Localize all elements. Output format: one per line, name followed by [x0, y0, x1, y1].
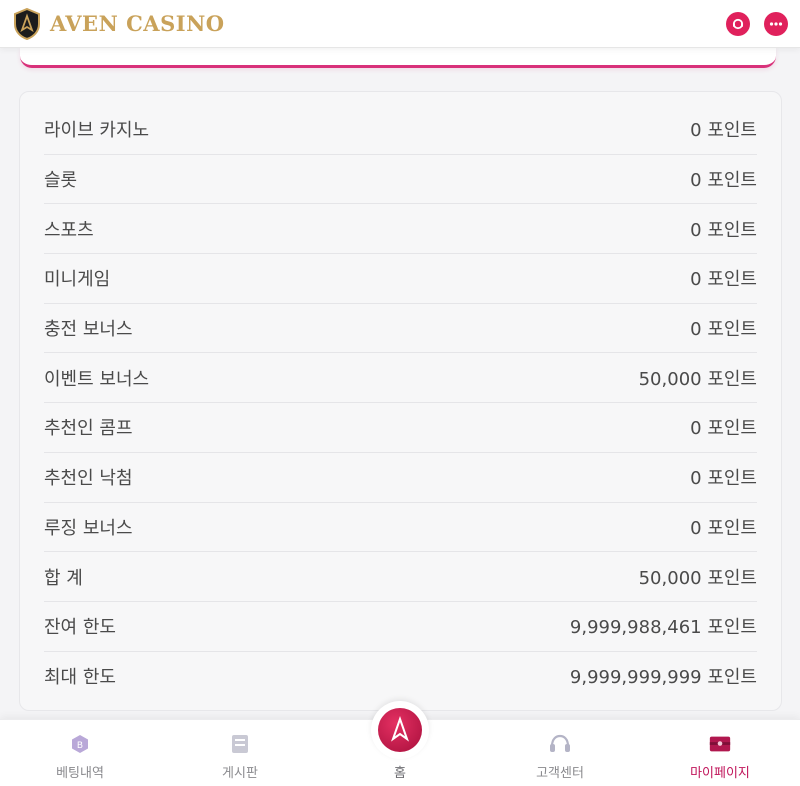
svg-text:B: B: [77, 741, 83, 751]
nav-item-mypage[interactable]: 마이페이지: [640, 720, 800, 786]
top-header: AVEN CASINO: [0, 0, 800, 48]
row-value: 0 포인트: [690, 170, 757, 192]
row-label: 스포츠: [44, 219, 94, 241]
header-actions: [726, 11, 788, 36]
brand-name[interactable]: AVEN CASINO: [50, 11, 225, 36]
row-label: 추천인 콤프: [44, 418, 133, 440]
nav-label: 고객센터: [536, 766, 584, 781]
board-icon: [228, 732, 252, 756]
row-label: 미니게임: [44, 269, 111, 291]
accent-strip: [20, 48, 776, 68]
nav-label: 게시판: [222, 766, 258, 781]
summary-row: 최대 한도 9,999,999,999 포인트: [44, 652, 757, 702]
point-summary-list: 라이브 카지노 0 포인트 슬롯 0 포인트 스포츠 0 포인트 미니게임 0 포인트 충전 보…: [44, 92, 757, 701]
nav-label: 베팅내역: [56, 766, 104, 781]
home-logo-icon: [378, 708, 422, 752]
row-label: 충전 보너스: [44, 319, 133, 341]
summary-row: 라이브 카지노 0 포인트: [44, 105, 757, 155]
row-value: 50,000 포인트: [638, 567, 757, 589]
nav-item-customer-center[interactable]: 고객센터: [480, 720, 640, 786]
row-label: 추천인 낙첨: [44, 468, 133, 490]
summary-row: 슬롯 0 포인트: [44, 155, 757, 205]
row-value: 9,999,999,999 포인트: [569, 667, 757, 689]
aven-shield-logo-icon[interactable]: [12, 7, 42, 41]
summary-row: 이벤트 보너스 50,000 포인트: [44, 353, 757, 404]
mypage-icon: [708, 732, 732, 756]
home-button[interactable]: [371, 701, 429, 759]
summary-row: 충전 보너스 0 포인트: [44, 304, 757, 354]
nav-item-betting-history[interactable]: B 베팅내역: [0, 720, 160, 786]
headset-icon: [548, 732, 572, 756]
summary-row: 미니게임 0 포인트: [44, 254, 757, 304]
support-icon[interactable]: [726, 11, 750, 36]
point-summary-card: 라이브 카지노 0 포인트 슬롯 0 포인트 스포츠 0 포인트 미니게임 0 포인트 충전 보…: [19, 91, 782, 711]
row-label: 루징 보너스: [44, 517, 133, 539]
row-value: 9,999,988,461 포인트: [569, 617, 757, 639]
row-label: 합 계: [44, 567, 83, 589]
row-label: 최대 한도: [44, 667, 116, 689]
summary-row: 잔여 한도 9,999,988,461 포인트: [44, 602, 757, 652]
row-value: 0 포인트: [690, 418, 757, 440]
row-value: 50,000 포인트: [638, 368, 757, 390]
summary-row: 추천인 낙첨 0 포인트: [44, 453, 757, 503]
nav-label: 마이페이지: [690, 766, 750, 781]
summary-row: 루징 보너스 0 포인트: [44, 503, 757, 553]
more-icon[interactable]: [764, 11, 788, 36]
row-value: 0 포인트: [690, 120, 757, 142]
row-label: 이벤트 보너스: [44, 368, 150, 390]
row-value: 0 포인트: [690, 269, 757, 291]
row-value: 0 포인트: [690, 517, 757, 539]
row-value: 0 포인트: [690, 219, 757, 241]
summary-row: 추천인 콤프 0 포인트: [44, 403, 757, 453]
row-label: 라이브 카지노: [44, 120, 150, 142]
row-value: 0 포인트: [690, 319, 757, 341]
home-label[interactable]: 홈: [380, 762, 420, 781]
nav-item-board[interactable]: 게시판: [160, 720, 320, 786]
row-label: 슬롯: [44, 170, 78, 192]
row-value: 0 포인트: [690, 468, 757, 490]
betting-history-icon: B: [68, 732, 92, 756]
row-label: 잔여 한도: [44, 617, 116, 639]
summary-row: 스포츠 0 포인트: [44, 204, 757, 255]
summary-row: 합 계 50,000 포인트: [44, 552, 757, 602]
